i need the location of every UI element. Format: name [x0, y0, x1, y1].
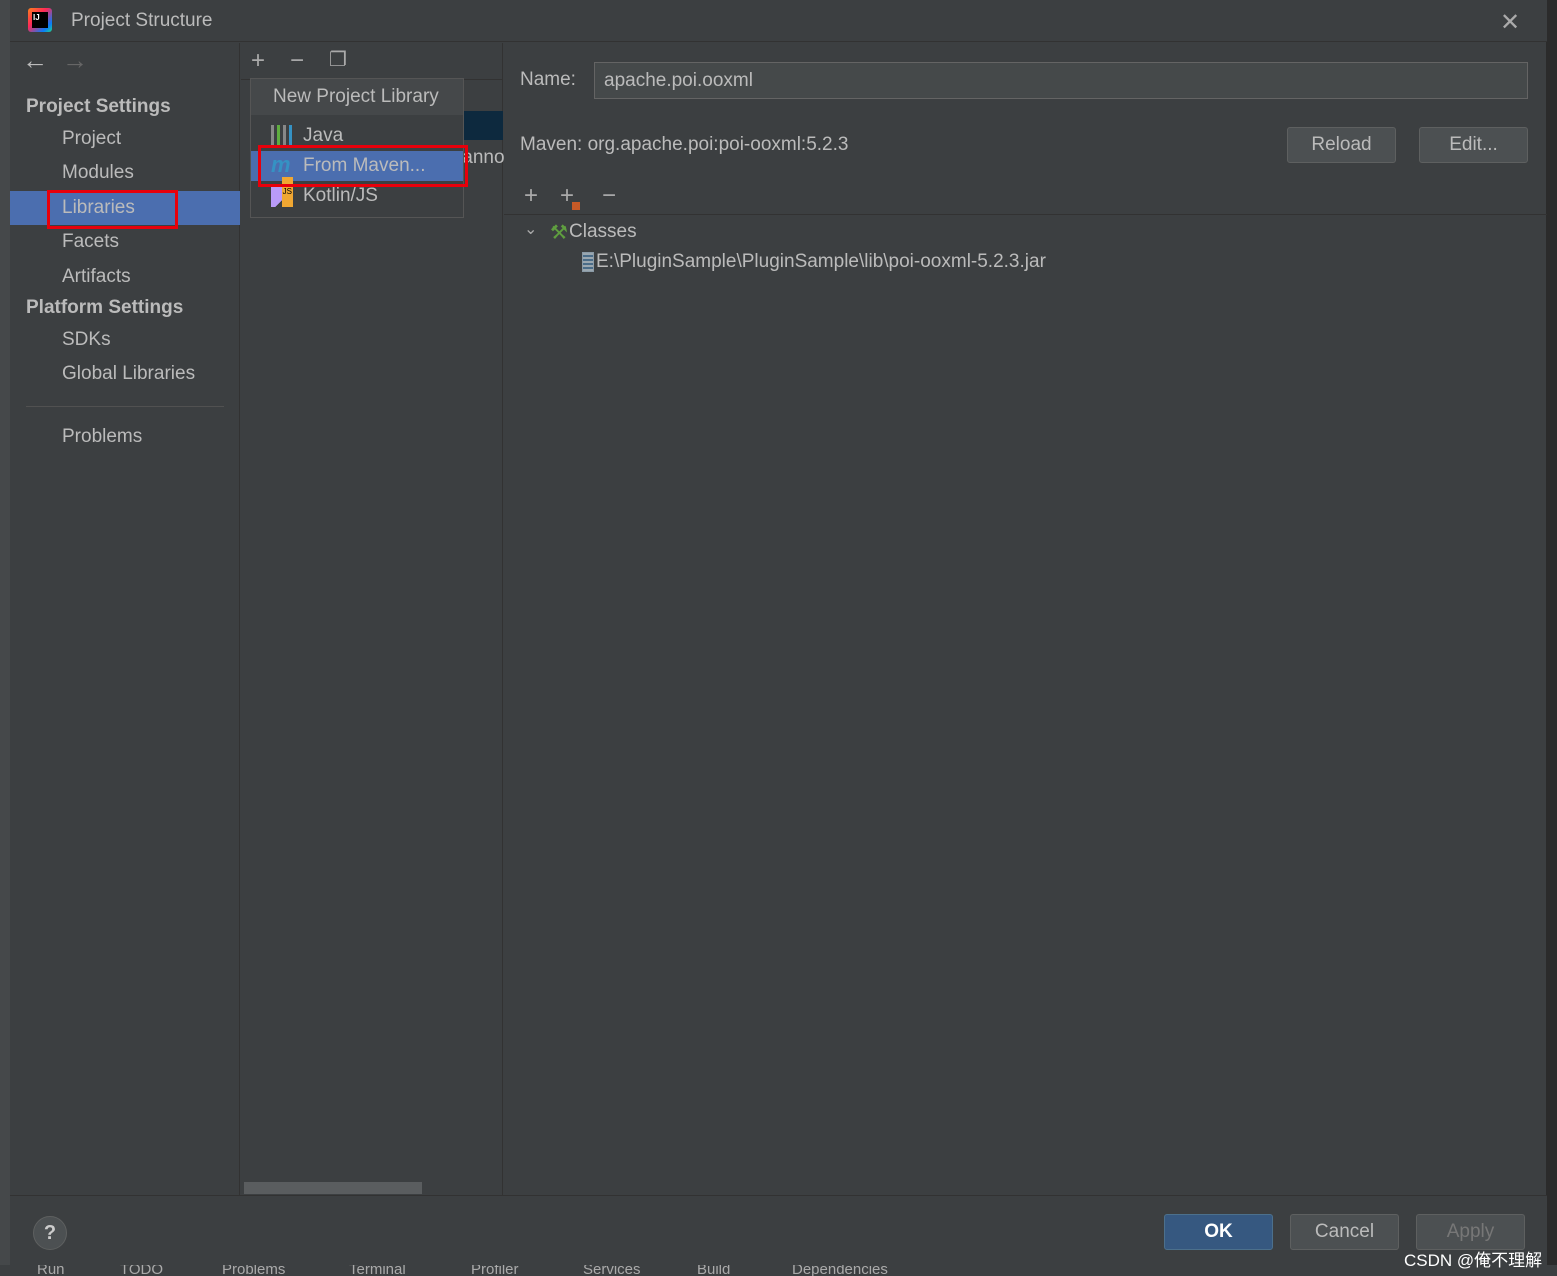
name-input[interactable] — [594, 62, 1528, 99]
sidebar-item-project[interactable]: Project — [10, 122, 240, 156]
sidebar-item-problems[interactable]: Problems — [10, 420, 240, 454]
back-arrow-icon[interactable]: ← — [22, 45, 48, 76]
add-icon[interactable]: + — [524, 182, 538, 210]
dialog-title: Project Structure — [71, 10, 213, 31]
title-bar: IJ Project Structure ✕ — [10, 0, 1547, 42]
sidebar-item-facets[interactable]: Facets — [10, 225, 240, 259]
menu-item-label: Kotlin/JS — [303, 185, 378, 206]
remove-icon[interactable]: − — [290, 47, 304, 75]
jar-icon — [582, 252, 594, 272]
forward-arrow-icon[interactable]: → — [62, 45, 88, 76]
add-icon[interactable]: + — [251, 47, 265, 75]
toolwindow-terminal[interactable]: Terminal — [349, 1265, 406, 1276]
hammer-icon: ⚒ — [550, 222, 568, 244]
sidebar-item-artifacts[interactable]: Artifacts — [10, 260, 240, 294]
section-project-settings: Project Settings — [26, 96, 171, 117]
tree-node-jar[interactable]: E:\PluginSample\PluginSample\lib\poi-oox… — [596, 251, 1046, 273]
divider — [504, 214, 1547, 215]
reload-button[interactable]: Reload — [1287, 127, 1396, 163]
toolwindow-run[interactable]: Run — [37, 1265, 65, 1276]
toolwindow-todo[interactable]: TODO — [120, 1265, 163, 1276]
sidebar-item-modules[interactable]: Modules — [10, 156, 240, 190]
toolwindow-dependencies[interactable]: Dependencies — [792, 1265, 888, 1276]
name-label: Name: — [520, 69, 576, 90]
popup-header: New Project Library — [251, 79, 463, 115]
project-structure-dialog: IJ Project Structure ✕ ← → Project Setti… — [10, 0, 1547, 1265]
menu-item-label: Java — [303, 125, 344, 146]
toolwindow-services[interactable]: Services — [583, 1265, 641, 1276]
horizontal-scrollbar[interactable] — [244, 1182, 422, 1194]
sidebar-item-global-libraries[interactable]: Global Libraries — [10, 357, 240, 391]
intellij-logo-icon: IJ — [28, 8, 52, 32]
toolwindow-problems[interactable]: Problems — [222, 1265, 285, 1276]
section-platform-settings: Platform Settings — [26, 297, 184, 318]
highlight-box-from-maven — [258, 145, 468, 187]
tree-node-classes[interactable]: Classes — [569, 221, 637, 243]
tool-window-bar: Run TODO Problems Terminal Profiler Serv… — [0, 1265, 1557, 1276]
background-editor-edge — [0, 0, 10, 1276]
apply-button[interactable]: Apply — [1416, 1214, 1525, 1250]
add-root-icon[interactable]: + — [560, 182, 580, 210]
ok-button[interactable]: OK — [1164, 1214, 1273, 1250]
help-button[interactable]: ? — [33, 1216, 67, 1250]
maven-coordinates: Maven: org.apache.poi:poi-ooxml:5.2.3 — [520, 134, 849, 155]
highlight-box-libraries — [47, 190, 178, 229]
copy-icon[interactable]: ❐ — [329, 47, 347, 72]
library-icon — [271, 125, 293, 147]
kotlin-js-icon: JS — [271, 177, 293, 207]
toolwindow-profiler[interactable]: Profiler — [471, 1265, 519, 1276]
dialog-footer: ? OK Cancel Apply — [10, 1195, 1547, 1265]
remove-icon[interactable]: − — [602, 182, 616, 210]
library-detail-panel: Name: Maven: org.apache.poi:poi-ooxml:5.… — [504, 43, 1547, 1195]
watermark: CSDN @俺不理解 — [1404, 1251, 1543, 1270]
close-icon[interactable]: ✕ — [1500, 8, 1520, 37]
chevron-down-icon[interactable]: ⌄ — [524, 219, 537, 239]
sidebar: ← → Project Settings Project Modules Lib… — [10, 43, 240, 1195]
edit-button[interactable]: Edit... — [1419, 127, 1528, 163]
sidebar-item-sdks[interactable]: SDKs — [10, 323, 240, 357]
divider — [26, 406, 224, 407]
toolwindow-build[interactable]: Build — [697, 1265, 730, 1276]
cancel-button[interactable]: Cancel — [1290, 1214, 1399, 1250]
